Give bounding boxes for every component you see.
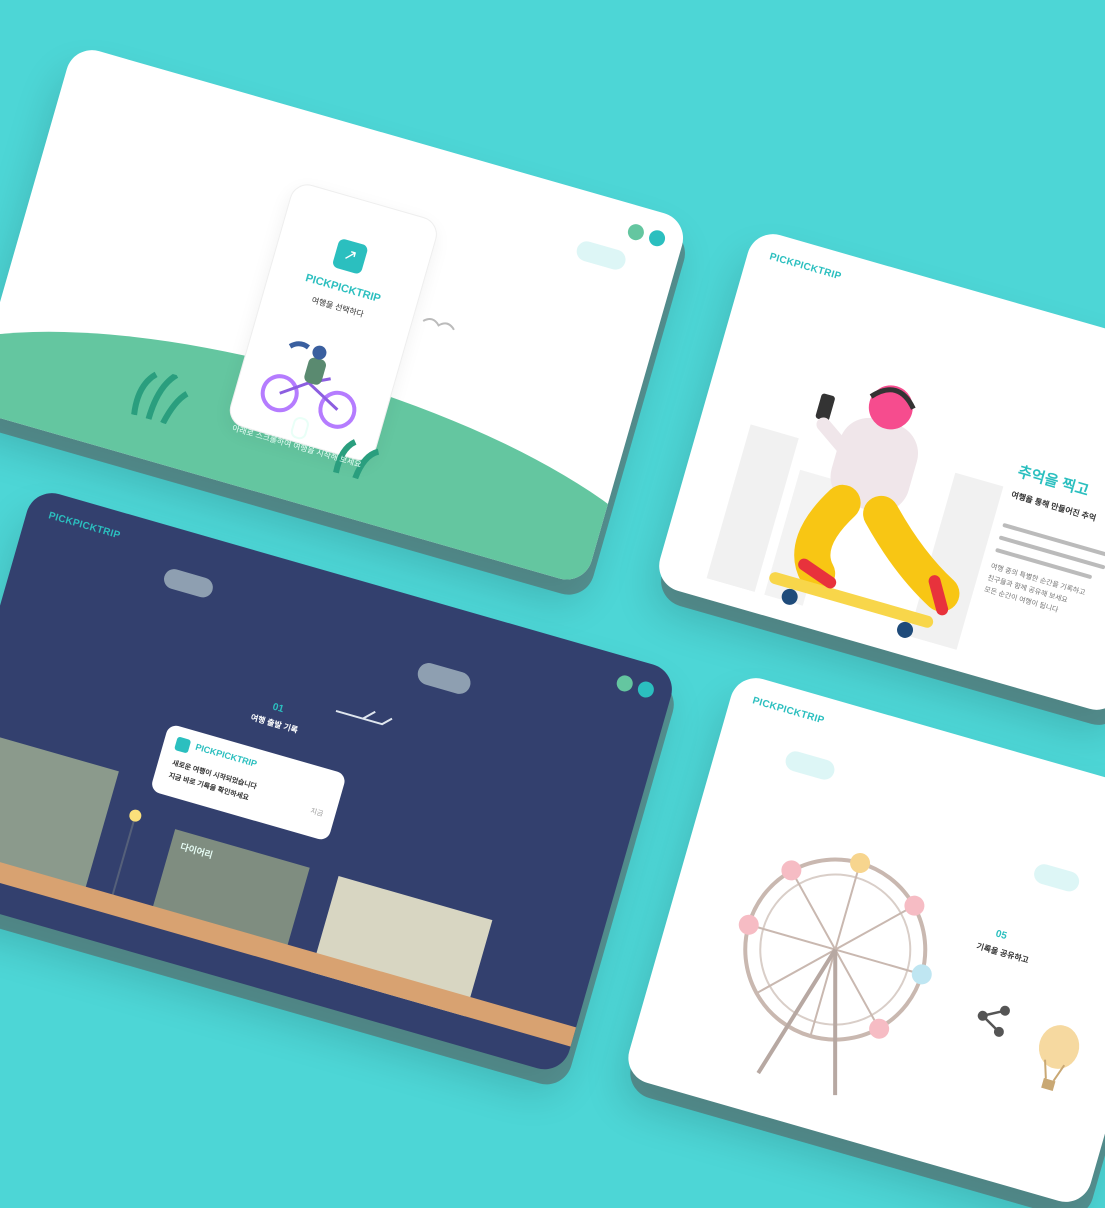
airplane-icon bbox=[335, 709, 393, 726]
brand-logo: PICKPICKTRIP bbox=[768, 251, 843, 283]
control-dot[interactable] bbox=[647, 228, 667, 249]
control-dot[interactable] bbox=[626, 222, 646, 243]
cloud bbox=[161, 566, 216, 600]
cloud bbox=[574, 238, 628, 272]
app-logo-icon bbox=[173, 736, 192, 754]
slide-subtitle: 기록을 공유하고 bbox=[975, 941, 1030, 966]
cloud bbox=[783, 748, 837, 782]
ferris-wheel-illustration bbox=[738, 853, 932, 1096]
slide-number: 05 bbox=[994, 928, 1009, 943]
notification-title: PICKPICKTRIP bbox=[194, 741, 259, 769]
slide-subtitle: 여행 출발 기록 bbox=[249, 712, 299, 735]
slide-card-memories: PICKPICKTRIP 추억을 찍고 여행을 통해 만들어진 추억 여행 중의… bbox=[653, 228, 1105, 716]
slide-card-intro: ↗ PICKPICKTRIP 여행을 선택하다 아래로 스크롤하여 여행을 시작… bbox=[0, 44, 690, 586]
slide-number: 01 bbox=[271, 701, 285, 716]
window-controls bbox=[614, 673, 656, 700]
bird-icon bbox=[422, 318, 455, 331]
cyclist-illustration bbox=[260, 341, 357, 429]
share-icon[interactable] bbox=[970, 996, 1015, 1041]
app-logo-icon: ↗ bbox=[331, 237, 369, 275]
brand-logo: PICKPICKTRIP bbox=[751, 695, 826, 727]
control-dot[interactable] bbox=[614, 673, 635, 694]
slide-card-share: PICKPICKTRIP 05 기록을 공유하고 bbox=[622, 672, 1105, 1208]
control-dot[interactable] bbox=[635, 679, 656, 700]
notification-time: 지금 bbox=[309, 807, 324, 819]
brand-logo: PICKPICKTRIP bbox=[47, 510, 122, 542]
street-ground bbox=[0, 831, 625, 1061]
cloud bbox=[415, 660, 474, 697]
cloud bbox=[1031, 861, 1082, 894]
notification-popup[interactable]: PICKPICKTRIP 지금 새로운 여행이 시작되었습니다 지금 바로 기록… bbox=[149, 723, 347, 842]
window-controls bbox=[626, 222, 667, 249]
hot-air-balloon-icon bbox=[1038, 1025, 1080, 1091]
street-lamp-icon bbox=[109, 809, 142, 905]
